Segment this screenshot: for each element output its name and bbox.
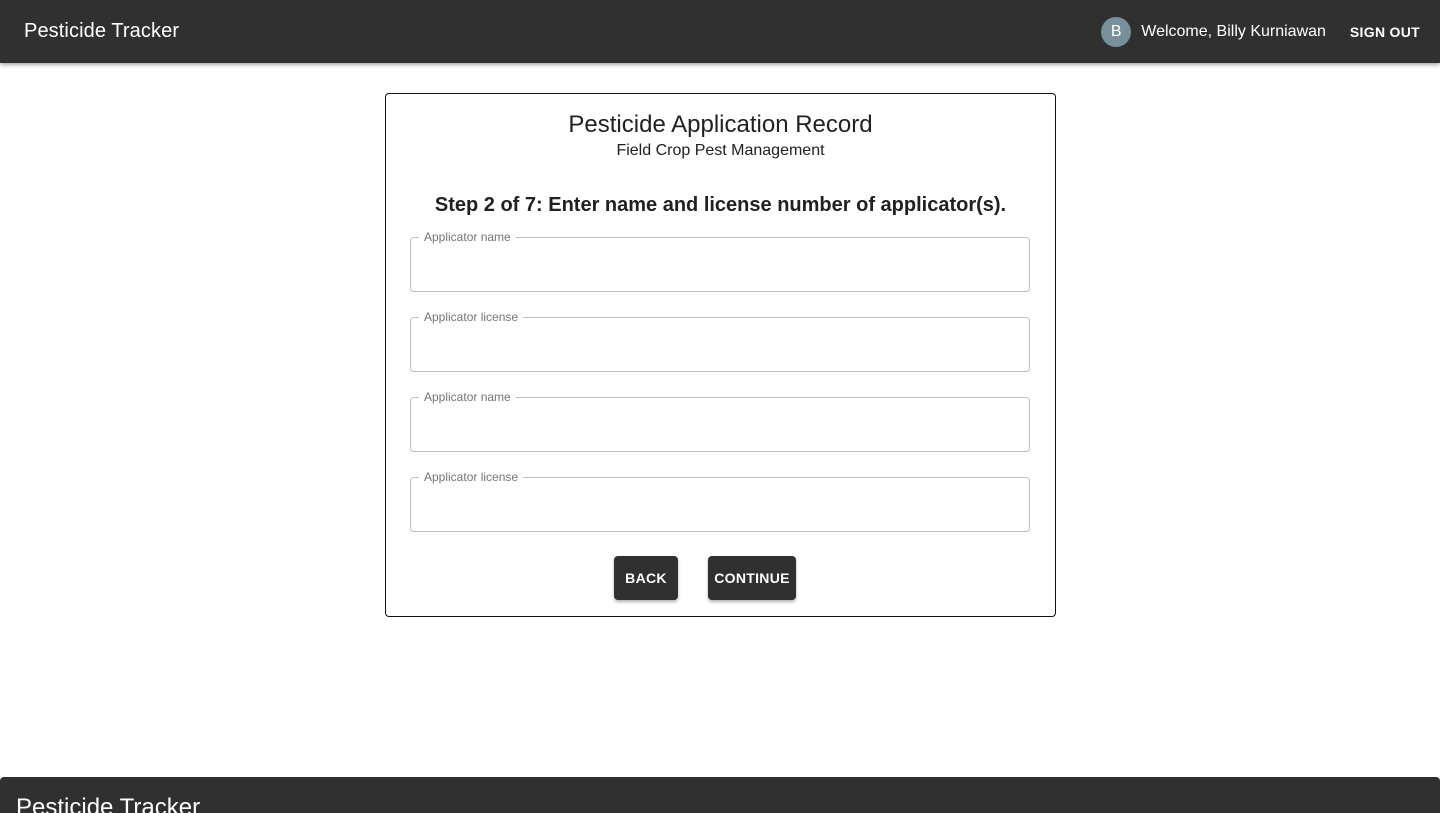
continue-button[interactable]: CONTINUE	[708, 556, 796, 600]
applicator-name-label: Applicator name	[419, 390, 516, 404]
app-bar: Pesticide Tracker B Welcome, Billy Kurni…	[0, 0, 1440, 63]
back-button[interactable]: BACK	[614, 556, 678, 600]
footer-title: Pesticide Tracker	[16, 794, 201, 813]
applicator-name-input-1[interactable]	[425, 248, 1019, 284]
applicator-license-label: Applicator license	[419, 310, 524, 324]
user-area: B Welcome, Billy Kurniawan SIGN OUT	[1101, 0, 1424, 63]
record-subtitle: Field Crop Pest Management	[616, 142, 825, 159]
applicator-license-input-2[interactable]	[425, 488, 1019, 524]
applicator-license-field-1[interactable]: Applicator license	[410, 310, 1030, 372]
welcome-text: Welcome, Billy Kurniawan	[1141, 22, 1326, 40]
step-heading: Step 2 of 7: Enter name and license numb…	[434, 194, 1007, 216]
record-title: Pesticide Application Record	[568, 111, 873, 138]
user-avatar[interactable]: B	[1101, 16, 1132, 47]
applicator-name-input-2[interactable]	[425, 408, 1019, 444]
applicator-name-field-1[interactable]: Applicator name	[410, 230, 1030, 292]
applicator-license-field-2[interactable]: Applicator license	[410, 470, 1030, 532]
applicator-license-label: Applicator license	[419, 470, 524, 484]
applicator-name-label: Applicator name	[419, 230, 516, 244]
application-record-card: Pesticide Application Record Field Crop …	[385, 93, 1056, 617]
applicator-license-input-1[interactable]	[425, 328, 1019, 364]
sign-out-button[interactable]: SIGN OUT	[1346, 18, 1424, 46]
footer: Pesticide Tracker	[0, 777, 1440, 813]
applicator-name-field-2[interactable]: Applicator name	[410, 390, 1030, 452]
app-title: Pesticide Tracker	[24, 20, 180, 42]
